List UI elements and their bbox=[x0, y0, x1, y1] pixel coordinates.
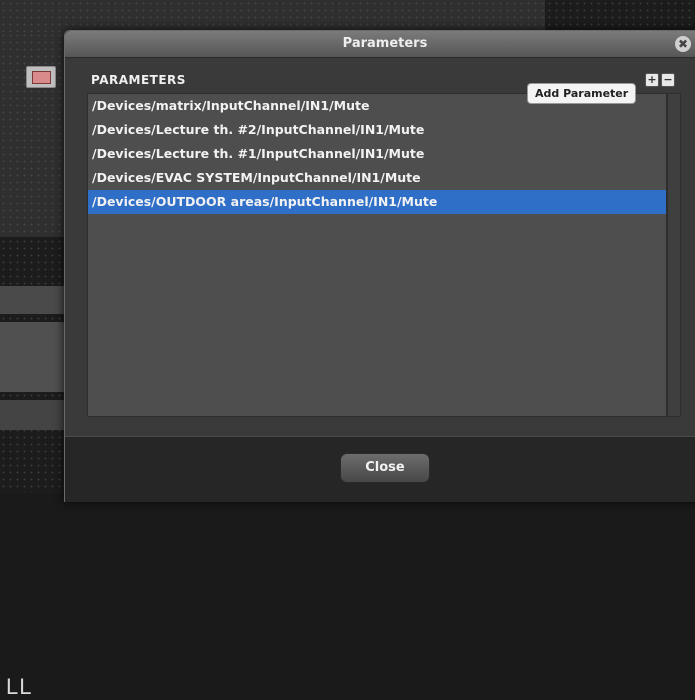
list-item[interactable]: /Devices/OUTDOOR areas/InputChannel/IN1/… bbox=[88, 190, 666, 214]
parameters-dialog: Parameters ✖ PARAMETERS + − Add Paramete… bbox=[64, 30, 695, 502]
add-parameter-button[interactable]: + bbox=[645, 73, 659, 87]
background-side-panel bbox=[0, 32, 70, 237]
dialog-footer: Close bbox=[65, 436, 695, 502]
background-button: LL bbox=[0, 322, 70, 699]
background-button bbox=[0, 286, 70, 314]
color-swatch bbox=[26, 66, 56, 88]
close-icon[interactable]: ✖ bbox=[675, 36, 691, 52]
dialog-titlebar[interactable]: Parameters ✖ bbox=[65, 31, 695, 58]
list-item[interactable]: /Devices/Lecture th. #1/InputChannel/IN1… bbox=[88, 142, 666, 166]
list-item[interactable]: /Devices/Lecture th. #2/InputChannel/IN1… bbox=[88, 118, 666, 142]
parameter-list[interactable]: /Devices/matrix/InputChannel/IN1/Mute /D… bbox=[87, 93, 667, 417]
list-item[interactable]: /Devices/EVAC SYSTEM/InputChannel/IN1/Mu… bbox=[88, 166, 666, 190]
dialog-title: Parameters bbox=[342, 36, 428, 51]
close-button[interactable]: Close bbox=[340, 453, 430, 483]
background-button-label: LL bbox=[6, 674, 33, 699]
remove-parameter-button[interactable]: − bbox=[661, 73, 675, 87]
scrollbar[interactable] bbox=[667, 93, 681, 417]
tooltip: Add Parameter bbox=[527, 83, 637, 104]
background-button bbox=[0, 400, 70, 430]
section-label: PARAMETERS bbox=[91, 73, 186, 87]
background-panel bbox=[0, 0, 545, 32]
